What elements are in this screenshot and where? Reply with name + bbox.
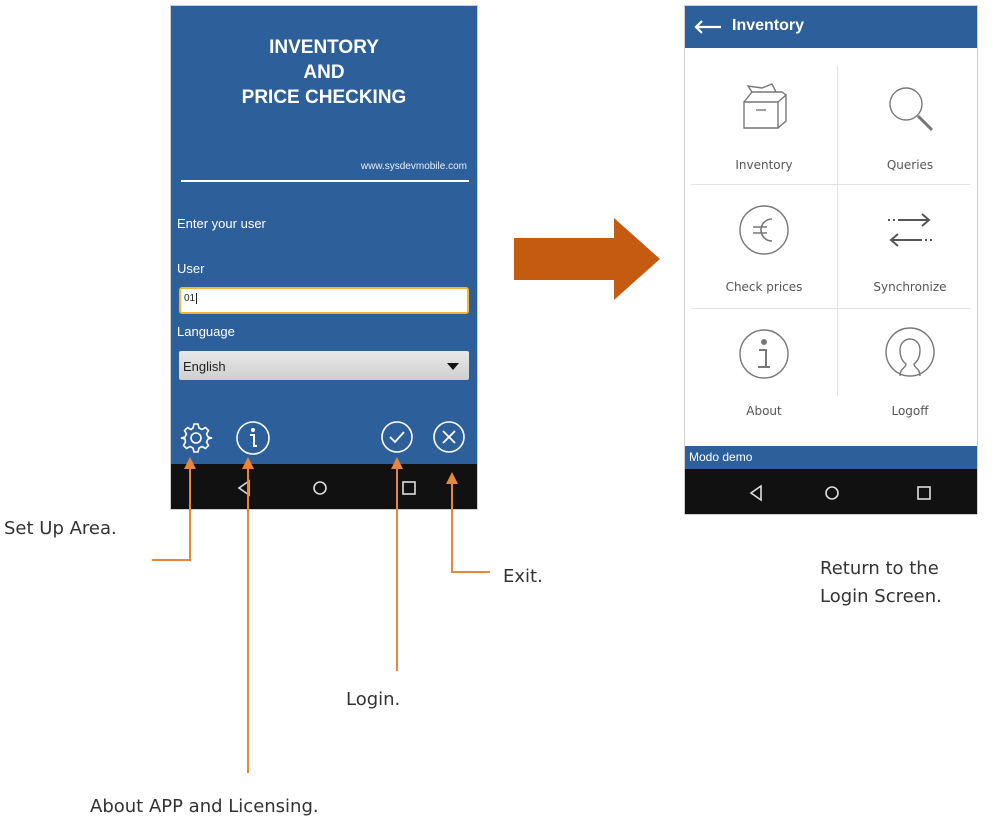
magnifier-icon — [889, 87, 934, 132]
annotation-about: About APP and Licensing. — [90, 796, 319, 817]
login-screen: INVENTORY AND PRICE CHECKING www.sysdevm… — [170, 5, 478, 510]
annotation-return-line2: Login Screen. — [820, 586, 942, 607]
dropdown-caret-icon — [447, 363, 459, 370]
status-bar: Modo demo — [685, 446, 977, 469]
language-label: Language — [177, 324, 235, 339]
menu-screen: Inventory Inventory Queries Check prices — [684, 5, 978, 515]
app-title-line1: INVENTORY — [269, 37, 379, 58]
info-icon — [739, 329, 789, 379]
divider — [181, 180, 469, 182]
annotation-setup: Set Up Area. — [4, 518, 117, 539]
app-title-line2: AND — [303, 62, 345, 83]
menu-item-about[interactable]: About — [691, 298, 837, 428]
leader-line-about — [242, 457, 254, 773]
language-select[interactable]: English — [179, 351, 469, 380]
leader-line-exit — [446, 472, 490, 573]
box-icon — [743, 83, 787, 129]
back-arrow-icon[interactable] — [693, 19, 723, 35]
close-circle-icon[interactable] — [432, 420, 466, 454]
website-link[interactable]: www.sysdevmobile.com — [361, 161, 467, 172]
annotation-return-line1: Return to the — [820, 558, 939, 579]
transition-arrow-icon — [514, 218, 660, 300]
menu-title: Inventory — [732, 17, 805, 34]
euro-icon — [739, 205, 789, 255]
menu-item-check-prices[interactable]: Check prices — [691, 174, 837, 304]
prompt-label: Enter your user — [177, 216, 266, 231]
menu-item-label: Synchronize — [873, 280, 947, 294]
home-icon[interactable] — [824, 485, 840, 501]
back-icon[interactable] — [748, 484, 764, 502]
demo-mode-label: Modo demo — [689, 450, 753, 464]
sync-arrows-icon — [888, 213, 932, 247]
info-icon[interactable] — [235, 420, 271, 456]
user-input[interactable]: 01 — [179, 287, 469, 314]
menu-item-inventory[interactable]: Inventory — [691, 52, 837, 182]
menu-item-label: Logoff — [891, 404, 929, 418]
menu-item-logoff[interactable]: Logoff — [837, 298, 977, 428]
check-circle-icon[interactable] — [380, 420, 414, 454]
user-input-value: 01 — [184, 293, 196, 304]
menu-toolbar: Inventory — [685, 6, 977, 48]
android-navbar — [685, 469, 977, 514]
login-panel: INVENTORY AND PRICE CHECKING www.sysdevm… — [171, 6, 477, 464]
android-navbar — [171, 464, 477, 509]
menu-item-label: Check prices — [725, 280, 803, 294]
recents-icon[interactable] — [916, 485, 932, 501]
menu-item-label: Inventory — [735, 158, 793, 172]
user-icon — [885, 327, 935, 377]
language-select-value: English — [183, 359, 226, 374]
menu-item-label: About — [746, 404, 782, 418]
home-icon[interactable] — [312, 480, 328, 496]
menu-item-synchronize[interactable]: Synchronize — [837, 174, 977, 304]
leader-line-setup — [152, 457, 196, 561]
annotation-login: Login. — [346, 689, 401, 710]
menu-item-queries[interactable]: Queries — [837, 52, 977, 182]
annotation-exit: Exit. — [503, 566, 543, 587]
app-title-line3: PRICE CHECKING — [241, 87, 407, 108]
leader-line-login — [391, 457, 403, 671]
gear-icon[interactable] — [179, 421, 213, 455]
menu-item-label: Queries — [886, 158, 934, 172]
user-label: User — [177, 261, 205, 276]
